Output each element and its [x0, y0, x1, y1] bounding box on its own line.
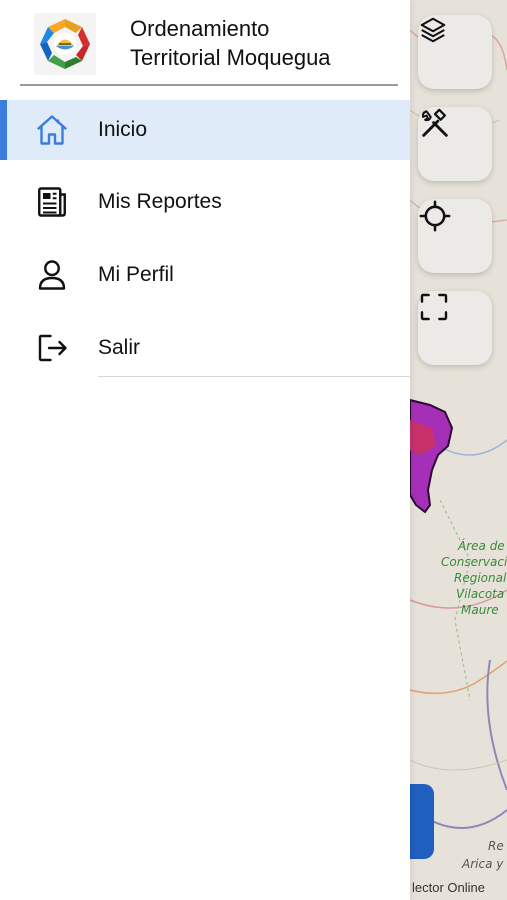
app-title: Ordenamiento Territorial Moquegua: [130, 14, 331, 72]
map-label-arica: Arica y: [462, 857, 504, 871]
menu-label-mi-perfil: Mi Perfil: [98, 263, 174, 286]
menu-label-salir: Salir: [98, 336, 141, 359]
tools-button[interactable]: [418, 107, 492, 181]
map-label-area: Área de: [458, 539, 505, 553]
home-icon: [33, 111, 71, 149]
navigation-drawer: Ordenamiento Territorial Moquegua Inicio…: [0, 0, 410, 900]
logout-icon: [33, 329, 71, 367]
map-attribution: lector Online: [412, 880, 485, 895]
logo-icon: [34, 13, 96, 75]
layers-icon: [420, 17, 446, 43]
app-title-line2: Territorial Moquegua: [130, 45, 331, 70]
map-label-re: Re: [488, 839, 504, 853]
menu-item-inicio[interactable]: Inicio: [0, 100, 410, 160]
menu-item-mi-perfil[interactable]: Mi Perfil: [0, 245, 410, 305]
map-label-regional: Regional: [454, 571, 507, 585]
menu-label-mis-reportes: Mis Reportes: [98, 190, 222, 213]
menu-divider: [98, 376, 410, 377]
app-logo: [34, 13, 96, 75]
tools-icon: [421, 108, 448, 137]
header-divider: [20, 84, 398, 86]
fullscreen-icon: [420, 293, 448, 321]
app-title-line1: Ordenamiento: [130, 16, 270, 41]
menu-item-mis-reportes[interactable]: Mis Reportes: [0, 172, 410, 232]
locate-button[interactable]: [418, 199, 492, 273]
active-indicator: [0, 100, 7, 160]
menu-item-salir[interactable]: Salir: [0, 318, 410, 378]
map-label-conservacion: Conservaci: [441, 555, 507, 569]
user-icon: [33, 256, 71, 294]
menu-label-inicio: Inicio: [98, 118, 148, 141]
layers-button[interactable]: [418, 15, 492, 89]
newspaper-icon: [33, 183, 71, 221]
crosshair-icon: [419, 200, 451, 232]
map-label-vilacota: Vilacota: [456, 587, 505, 601]
map-side-button[interactable]: [410, 784, 434, 859]
map-label-maure: Maure: [461, 603, 499, 617]
fullscreen-button[interactable]: [418, 291, 492, 365]
